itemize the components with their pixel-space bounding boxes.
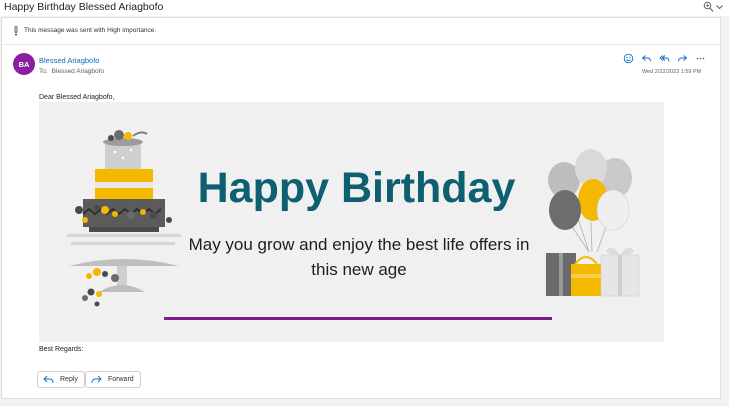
forward-icon [91,375,102,384]
banner-title: Happy Birthday [197,164,516,212]
emoji-icon[interactable] [623,53,634,64]
recipient-line: To: Blessed Ariagbofo [39,68,104,75]
avatar[interactable]: BA [13,53,35,75]
email-greeting: Dear Blessed Ariagbofo, [39,94,115,101]
reply-button[interactable]: Reply [37,371,85,388]
cake-illustration [67,130,181,307]
message-card: This message was sent with High importan… [1,17,721,399]
zoom-icon[interactable] [703,1,714,13]
birthday-illustration [67,130,640,307]
forward-label: Forward [108,376,134,383]
scrollbar[interactable] [722,17,729,406]
sender-name[interactable]: Blessed Ariagbofo [39,56,99,65]
recipient-name[interactable]: Blessed Ariagbofo [52,68,104,75]
sent-date: Wed 2/22/2023 1:59 PM [642,69,702,75]
email-subject: Happy Birthday Blessed Ariagbofo [4,1,164,13]
email-signoff: Best Regards: [39,346,84,353]
banner-divider [164,317,552,320]
reply-icon [43,375,54,384]
reply-label: Reply [60,376,78,383]
importance-banner: This message was sent with High importan… [2,18,720,45]
forward-icon[interactable] [677,53,688,64]
birthday-banner-image: Happy Birthday May you grow and enjoy th… [39,102,664,342]
reply-icon[interactable] [641,53,652,64]
forward-button[interactable]: Forward [85,371,141,388]
high-importance-icon [14,26,18,36]
importance-notice: This message was sent with High importan… [24,27,157,34]
to-label: To: [39,68,48,75]
subject-bar: Happy Birthday Blessed Ariagbofo [0,0,729,16]
chevron-down-icon[interactable] [715,2,724,12]
banner-message: May you grow and enjoy the best life off… [188,235,530,279]
more-icon[interactable] [695,53,706,64]
reply-all-icon[interactable] [659,53,670,64]
